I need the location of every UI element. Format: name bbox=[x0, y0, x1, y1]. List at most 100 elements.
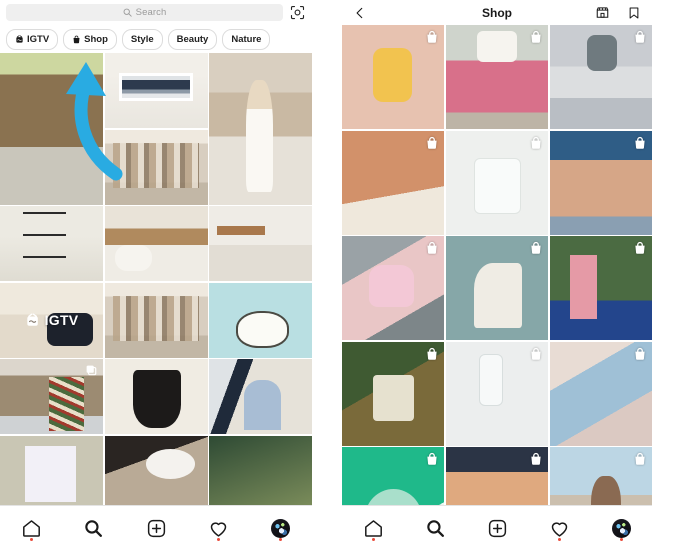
shopping-bag-icon bbox=[531, 452, 541, 465]
tab-search[interactable] bbox=[62, 506, 124, 550]
notification-dot bbox=[216, 538, 220, 541]
grid-cell-woman-yellow-flowers-fence[interactable] bbox=[0, 53, 103, 205]
category-chip-row[interactable]: IGTV Shop Style Beauty Nature bbox=[0, 25, 312, 53]
chip-label: Style bbox=[130, 33, 154, 45]
tab-activity[interactable] bbox=[528, 506, 590, 550]
search-placeholder: Search bbox=[135, 7, 167, 18]
avatar bbox=[271, 518, 291, 538]
grid-cell-pink-tweed-skirt-crop-top[interactable] bbox=[445, 25, 549, 129]
chip-shop[interactable]: Shop bbox=[63, 28, 117, 50]
notification-dot bbox=[29, 538, 33, 541]
grid-cell-woman-blue-sofa-portrait[interactable] bbox=[209, 359, 312, 434]
grid-cell-bedroom-igtv-video[interactable]: IGTV bbox=[0, 282, 103, 358]
notification-dot bbox=[371, 538, 375, 541]
grid-cell-straw-hat-yellow-swimsuit[interactable] bbox=[342, 25, 445, 129]
grid-cell-black-lace-dress-flatlay[interactable] bbox=[104, 359, 208, 434]
grid-cell-green-foliage-crop[interactable] bbox=[209, 435, 312, 511]
chip-nature[interactable]: Nature bbox=[222, 28, 271, 50]
igtv-icon bbox=[16, 34, 23, 43]
grid-cell-white-handbag-green-skirt[interactable] bbox=[342, 341, 445, 446]
chip-label: IGTV bbox=[27, 33, 50, 45]
shop-product-grid bbox=[342, 25, 652, 550]
tab-profile[interactable] bbox=[250, 506, 312, 550]
scan-camera-icon[interactable] bbox=[289, 4, 306, 21]
screenshot-stage: Search IGTV Shop Style Beauty Nature IGT… bbox=[0, 0, 691, 550]
grid-cell-legs-sandals-blue[interactable] bbox=[549, 130, 652, 235]
tab-profile[interactable] bbox=[590, 506, 652, 550]
chip-style[interactable]: Style bbox=[121, 28, 163, 50]
shopping-bag-icon bbox=[635, 30, 645, 43]
shopping-bag-icon bbox=[635, 241, 645, 254]
chevron-left-icon bbox=[356, 7, 363, 18]
search-input[interactable]: Search bbox=[6, 4, 283, 21]
grid-cell-bathroom-wood-shelf[interactable] bbox=[209, 206, 312, 281]
grid-cell-breakfast-table-flatlay[interactable] bbox=[104, 435, 208, 511]
explore-grid: IGTV bbox=[0, 53, 312, 550]
notification-dot bbox=[279, 538, 283, 541]
chip-label: Nature bbox=[231, 33, 262, 45]
shop-screen: Shop bbox=[342, 0, 652, 550]
grid-cell-two-women-floral-dresses[interactable] bbox=[0, 359, 103, 434]
carousel-multipost-icon bbox=[86, 365, 97, 376]
shopping-bag-icon bbox=[427, 347, 437, 360]
shopping-bag-icon bbox=[427, 452, 437, 465]
shopping-bag-icon bbox=[531, 136, 541, 149]
grid-cell-tan-knit-flatlay[interactable] bbox=[342, 130, 445, 235]
tab-home[interactable] bbox=[0, 506, 62, 550]
saved-button[interactable] bbox=[624, 3, 644, 23]
storefront-button[interactable] bbox=[592, 3, 612, 23]
tab-create[interactable] bbox=[466, 506, 528, 550]
shopping-bag-icon bbox=[531, 241, 541, 254]
shopping-bag-icon bbox=[635, 452, 645, 465]
tab-create[interactable] bbox=[125, 506, 187, 550]
shopping-bag-icon bbox=[635, 347, 645, 360]
heart-icon bbox=[210, 521, 227, 537]
chip-beauty[interactable]: Beauty bbox=[167, 28, 218, 50]
grid-cell-bedroom-shelf-decor[interactable] bbox=[104, 282, 208, 358]
grid-cell-two-women-garden-outfits[interactable] bbox=[549, 236, 652, 340]
chip-igtv[interactable]: IGTV bbox=[6, 28, 59, 50]
shopping-bag-icon bbox=[531, 347, 541, 360]
shopping-bag-icon bbox=[635, 136, 645, 149]
back-button[interactable] bbox=[350, 3, 370, 23]
bookmark-icon bbox=[629, 6, 639, 19]
grid-cell-white-product-shelf[interactable] bbox=[445, 130, 549, 235]
grid-cell-bedroom-linen-pillows[interactable] bbox=[104, 206, 208, 281]
plus-square-icon bbox=[488, 519, 506, 537]
search-icon bbox=[426, 519, 444, 537]
explore-screen: Search IGTV Shop Style Beauty Nature IGT… bbox=[0, 0, 312, 550]
notification-dot bbox=[557, 538, 561, 541]
grid-cell-tie-dye-folded-shirts[interactable] bbox=[549, 341, 652, 446]
storefront-icon bbox=[596, 7, 608, 18]
plus-square-icon bbox=[147, 519, 165, 537]
grid-cell-woman-white-dress-chair[interactable] bbox=[445, 236, 549, 340]
grid-cell-take-what-you-need-poster[interactable] bbox=[0, 435, 103, 511]
igtv-icon bbox=[26, 313, 38, 326]
tab-activity[interactable] bbox=[187, 506, 249, 550]
shop-bag-icon bbox=[73, 35, 80, 43]
grid-cell-skincare-bottle-pump[interactable] bbox=[445, 341, 549, 446]
heart-icon bbox=[551, 521, 567, 537]
chip-label: Shop bbox=[84, 33, 108, 45]
tab-search[interactable] bbox=[404, 506, 466, 550]
grid-cell-clothing-rack-corner[interactable] bbox=[104, 129, 208, 205]
igtv-badge-label: IGTV bbox=[44, 312, 79, 328]
grid-cell-pink-manicure-nails[interactable] bbox=[342, 236, 445, 340]
shopping-bag-icon bbox=[427, 30, 437, 43]
grid-cell-framed-ocean-art-wall[interactable] bbox=[104, 53, 208, 128]
home-icon bbox=[22, 519, 40, 537]
grid-cell-denim-shorts-beach[interactable] bbox=[549, 25, 652, 129]
tab-home[interactable] bbox=[342, 506, 404, 550]
avatar bbox=[611, 518, 631, 538]
search-icon bbox=[85, 519, 103, 537]
notification-dot bbox=[619, 538, 623, 541]
search-icon bbox=[123, 8, 132, 17]
shopping-bag-icon bbox=[531, 30, 541, 43]
bottom-tab-bar[interactable] bbox=[0, 505, 312, 550]
grid-cell-woman-white-pants-straw-bag[interactable] bbox=[209, 53, 312, 205]
shopping-bag-icon bbox=[427, 241, 437, 254]
bottom-tab-bar[interactable] bbox=[342, 505, 652, 550]
chip-label: Beauty bbox=[176, 33, 209, 45]
grid-cell-plant-shelf-interior[interactable] bbox=[0, 206, 103, 281]
grid-cell-pet-ownership-infographic[interactable] bbox=[209, 282, 312, 358]
